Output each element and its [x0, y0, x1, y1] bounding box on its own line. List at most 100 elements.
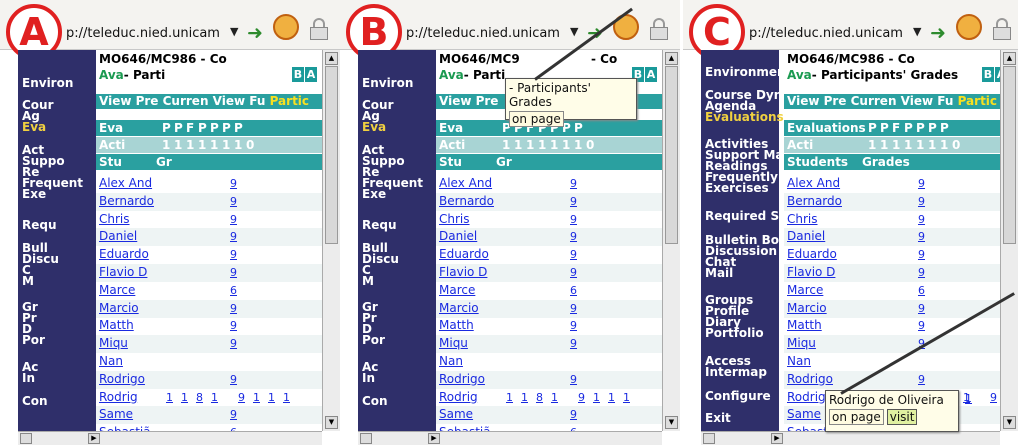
sidebar-item[interactable]: Intermap [705, 366, 767, 378]
eval-col[interactable]: P [904, 120, 913, 136]
student-link[interactable]: Marce [787, 283, 823, 297]
grade-link[interactable]: 9 [238, 391, 245, 404]
grade-link[interactable]: 1 [593, 391, 600, 404]
grade-link[interactable]: 9 [570, 302, 577, 315]
tab-participants[interactable]: Partic [270, 94, 309, 108]
sidebar-item[interactable]: Eva [22, 121, 46, 133]
student-link[interactable]: Flavio D [787, 265, 835, 279]
grade-link[interactable]: 1 [253, 391, 260, 404]
student-link[interactable]: Same [99, 407, 133, 421]
student-link[interactable]: Same [439, 407, 473, 421]
sidebar-item[interactable]: Required S [705, 210, 779, 222]
student-link[interactable]: Eduardo [99, 247, 149, 261]
eval-col[interactable]: P [940, 120, 949, 136]
grade-link[interactable]: 9 [990, 391, 997, 404]
grade-link[interactable]: 1 [521, 391, 528, 404]
grade-link[interactable]: 1 [268, 391, 275, 404]
tab-bar[interactable]: View Pre Curren View Fu Partic [96, 92, 322, 109]
student-link[interactable]: Alex And [99, 176, 152, 190]
student-link[interactable]: Chris [439, 212, 470, 226]
grade-link[interactable]: 1 [551, 391, 558, 404]
sidebar-item[interactable]: Evaluations [705, 111, 784, 123]
sidebar-item[interactable]: Por [22, 334, 45, 346]
sidebar-item[interactable]: In [22, 372, 35, 384]
scroll-left-button[interactable] [20, 433, 32, 444]
grade-link[interactable]: 9 [230, 337, 237, 350]
grade-link[interactable]: 9 [918, 248, 925, 261]
eval-col[interactable]: F [892, 120, 900, 136]
sidebar-item[interactable]: Exit [705, 412, 731, 424]
b-button[interactable]: B [982, 67, 994, 82]
grade-link[interactable]: 6 [570, 284, 577, 297]
student-link[interactable]: Nan [439, 354, 463, 368]
tabs-label[interactable]: View Pre Curren View Fu [787, 94, 958, 108]
on-page-button[interactable]: on page [829, 409, 884, 425]
grade-link[interactable]: 1 [965, 392, 972, 405]
sidebar-item[interactable]: Environ [362, 77, 413, 89]
eval-col[interactable]: P [210, 120, 219, 136]
student-link[interactable]: Matth [439, 318, 474, 332]
grade-link[interactable]: 9 [918, 195, 925, 208]
student-link[interactable]: Miqu [99, 336, 128, 350]
grade-link[interactable]: 9 [570, 195, 577, 208]
student-link[interactable]: Chris [99, 212, 130, 226]
scroll-thumb[interactable] [325, 66, 338, 244]
student-link[interactable]: Same [787, 407, 821, 421]
student-link[interactable]: Chris [787, 212, 818, 226]
student-link[interactable]: Daniel [787, 229, 825, 243]
student-link[interactable]: Miqu [439, 336, 468, 350]
a-button[interactable]: A [305, 67, 317, 82]
student-link[interactable]: Rodrigo [787, 372, 833, 386]
sidebar-item[interactable]: Exe [362, 188, 386, 200]
student-link[interactable]: Daniel [439, 229, 477, 243]
refresh-icon[interactable] [956, 14, 982, 40]
sidebar-item[interactable]: Portfolio [705, 327, 764, 339]
sidebar-item[interactable]: M [22, 275, 34, 287]
grade-link[interactable]: 9 [230, 213, 237, 226]
b-button[interactable]: B [292, 67, 304, 82]
go-arrow-icon[interactable]: ➜ [930, 22, 946, 44]
student-link[interactable]: Alex And [439, 176, 492, 190]
student-link[interactable]: Matth [99, 318, 134, 332]
student-link[interactable]: Rodrig [787, 390, 826, 404]
student-link[interactable]: Marcio [439, 301, 479, 315]
student-link[interactable]: Bernardo [99, 194, 154, 208]
a-button[interactable]: A [645, 67, 657, 82]
grade-link[interactable]: 9 [570, 408, 577, 421]
scroll-down-icon[interactable]: ▼ [1003, 416, 1016, 429]
grade-link[interactable]: 9 [918, 177, 925, 190]
horizontal-scrollbar[interactable]: ▶ [701, 431, 1000, 445]
student-link[interactable]: Bernardo [439, 194, 494, 208]
grade-link[interactable]: 1 [506, 391, 513, 404]
scroll-right-icon[interactable]: ▶ [88, 433, 100, 444]
eval-col[interactable]: P [868, 120, 877, 136]
student-link[interactable]: Eduardo [787, 247, 837, 261]
student-link[interactable]: Nan [787, 354, 811, 368]
student-link[interactable]: Marce [99, 283, 135, 297]
student-link[interactable]: Flavio D [439, 265, 487, 279]
grade-link[interactable]: 9 [230, 302, 237, 315]
grade-link[interactable]: 9 [570, 319, 577, 332]
refresh-icon[interactable] [273, 14, 299, 40]
eval-col[interactable]: P [198, 120, 207, 136]
horizontal-scrollbar[interactable]: ▶ [18, 431, 322, 445]
grade-link[interactable]: 9 [918, 213, 925, 226]
grade-link[interactable]: 9 [230, 195, 237, 208]
sidebar-item[interactable]: Environ [22, 77, 73, 89]
scroll-up-icon[interactable]: ▲ [325, 52, 338, 65]
horizontal-scrollbar[interactable]: ▶ [358, 431, 662, 445]
grade-link[interactable]: 8 [536, 391, 543, 404]
dropdown-icon[interactable]: ▼ [570, 25, 578, 38]
scroll-up-icon[interactable]: ▲ [665, 52, 678, 65]
go-arrow-icon[interactable]: ➜ [247, 22, 263, 44]
vertical-scrollbar[interactable]: ▲ ▼ [1000, 50, 1018, 431]
grade-link[interactable]: 9 [578, 391, 585, 404]
grade-link[interactable]: 9 [570, 213, 577, 226]
student-link[interactable]: Flavio D [99, 265, 147, 279]
scroll-up-icon[interactable]: ▲ [1003, 52, 1016, 65]
grade-link[interactable]: 9 [230, 177, 237, 190]
grade-link[interactable]: 9 [230, 408, 237, 421]
student-link[interactable]: Miqu [787, 336, 816, 350]
vertical-scrollbar[interactable]: ▲ ▼ [322, 50, 340, 431]
student-link[interactable]: Matth [787, 318, 822, 332]
